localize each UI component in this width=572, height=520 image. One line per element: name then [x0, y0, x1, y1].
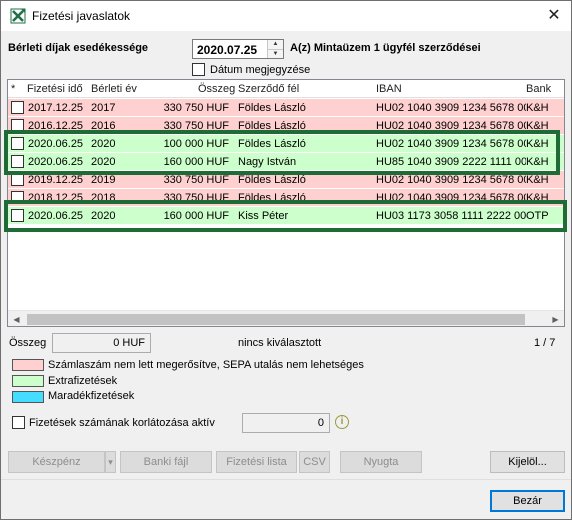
party-cell: Földes László	[238, 174, 306, 186]
iban-cell: HU02 1040 3909 1234 5678 0000	[376, 102, 526, 114]
remember-date-checkbox[interactable]	[192, 63, 205, 76]
sum-value: 0 HUF	[113, 337, 145, 349]
scroll-right-icon[interactable]: ▶	[547, 311, 564, 326]
window-title: Fizetési javaslatok	[32, 9, 131, 23]
grid-header: * Fizetési idő Bérleti év Összeg Szerződ…	[8, 80, 564, 98]
amount-cell: 330 750 HUF	[163, 102, 229, 114]
iban-cell: HU02 1040 3909 1234 5678 0000	[376, 174, 526, 186]
column-header-amount[interactable]: Összeg	[198, 83, 235, 95]
close-button[interactable]: Bezár	[490, 490, 565, 512]
legend-swatch-extra	[12, 375, 44, 387]
column-header-party[interactable]: Szerződő fél	[238, 83, 299, 95]
spin-down-icon[interactable]: ▼	[268, 49, 283, 58]
payment-list-button-label: Fizetési lista	[226, 456, 287, 468]
highlight-box-bottom	[4, 200, 567, 232]
scrollbar-thumb[interactable]	[27, 314, 525, 325]
title-bar: Fizetési javaslatok ✕	[1, 1, 571, 31]
column-header-iban[interactable]: IBAN	[376, 83, 402, 95]
highlight-box-top	[4, 130, 560, 175]
close-button-label: Bezár	[513, 495, 542, 507]
legend-label-remaining: Maradékfizetések	[48, 390, 135, 402]
column-header-select[interactable]: *	[11, 83, 15, 95]
selection-status: nincs kiválasztott	[238, 337, 322, 349]
select-button-label: Kijelöl...	[508, 456, 547, 468]
cash-button[interactable]: Készpénz	[8, 451, 105, 473]
bank-file-button[interactable]: Banki fájl	[120, 451, 212, 473]
cash-button-label: Készpénz	[32, 456, 81, 468]
remember-date-label: Dátum megjegyzése	[210, 64, 311, 76]
chevron-down-icon: ▾	[108, 457, 113, 467]
sum-label: Összeg	[9, 337, 47, 349]
customer-contracts-label: A(z) Mintaüzem 1 ügyfél szerződései	[290, 42, 481, 54]
csv-button-label: CSV	[303, 456, 326, 468]
due-date-input[interactable]: 2020.07.25 ▲ ▼	[192, 39, 284, 59]
date-spinner[interactable]: ▲ ▼	[267, 40, 283, 58]
excel-icon	[10, 8, 26, 24]
close-window-button[interactable]: ✕	[537, 1, 571, 31]
legend-label-extra: Extrafizetések	[48, 375, 118, 387]
payment-list-button[interactable]: Fizetési lista	[216, 451, 297, 473]
footer-separator	[1, 479, 571, 480]
receipt-button[interactable]: Nyugta	[340, 451, 422, 473]
limit-count-value: 0	[317, 417, 324, 429]
column-header-bank[interactable]: Bank	[526, 83, 551, 95]
bank-cell: K&H	[526, 174, 549, 186]
receipt-button-label: Nyugta	[363, 456, 399, 468]
column-header-rental-year[interactable]: Bérleti év	[91, 83, 137, 95]
scroll-left-icon[interactable]: ◀	[8, 311, 25, 326]
legend-swatch-unconfirmed	[12, 359, 44, 371]
rental-year-cell: 2017	[91, 102, 116, 114]
csv-button[interactable]: CSV	[299, 451, 330, 473]
bank-cell: K&H	[526, 102, 549, 114]
select-button[interactable]: Kijelöl...	[490, 451, 565, 473]
table-row[interactable]: 2017.12.25 2017 330 750 HUF Földes László HU…	[8, 99, 564, 117]
row-select-checkbox[interactable]	[11, 101, 24, 114]
page-info: 1 / 7	[534, 337, 556, 349]
close-icon: ✕	[547, 7, 561, 24]
cash-dropdown-button[interactable]: ▾	[105, 451, 116, 473]
spin-up-icon[interactable]: ▲	[268, 40, 283, 49]
limit-payments-label: Fizetések számának korlátozása aktív	[29, 417, 215, 429]
horizontal-scrollbar[interactable]: ◀ ▶	[8, 310, 564, 326]
limit-count-field[interactable]: 0	[242, 413, 330, 433]
column-header-payment-date[interactable]: Fizetési idő	[27, 83, 83, 95]
info-icon[interactable]: i	[335, 415, 349, 429]
limit-payments-checkbox[interactable]	[12, 416, 25, 429]
payment-date-cell: 2019.12.25	[28, 174, 84, 186]
sum-field: 0 HUF	[52, 333, 151, 353]
legend-label-unconfirmed: Számlaszám nem lett megerősítve, SEPA ut…	[48, 359, 364, 371]
payment-proposals-window: Fizetési javaslatok ✕ Bérleti díjak esed…	[0, 0, 572, 520]
amount-cell: 330 750 HUF	[163, 174, 229, 186]
due-date-label: Bérleti díjak esedékessége	[8, 42, 149, 54]
due-date-value: 2020.07.25	[197, 43, 258, 57]
rental-year-cell: 2019	[91, 174, 116, 186]
legend-swatch-remaining	[12, 391, 44, 403]
party-cell: Földes László	[238, 102, 306, 114]
payment-date-cell: 2017.12.25	[28, 102, 84, 114]
bank-file-button-label: Banki fájl	[143, 456, 189, 468]
